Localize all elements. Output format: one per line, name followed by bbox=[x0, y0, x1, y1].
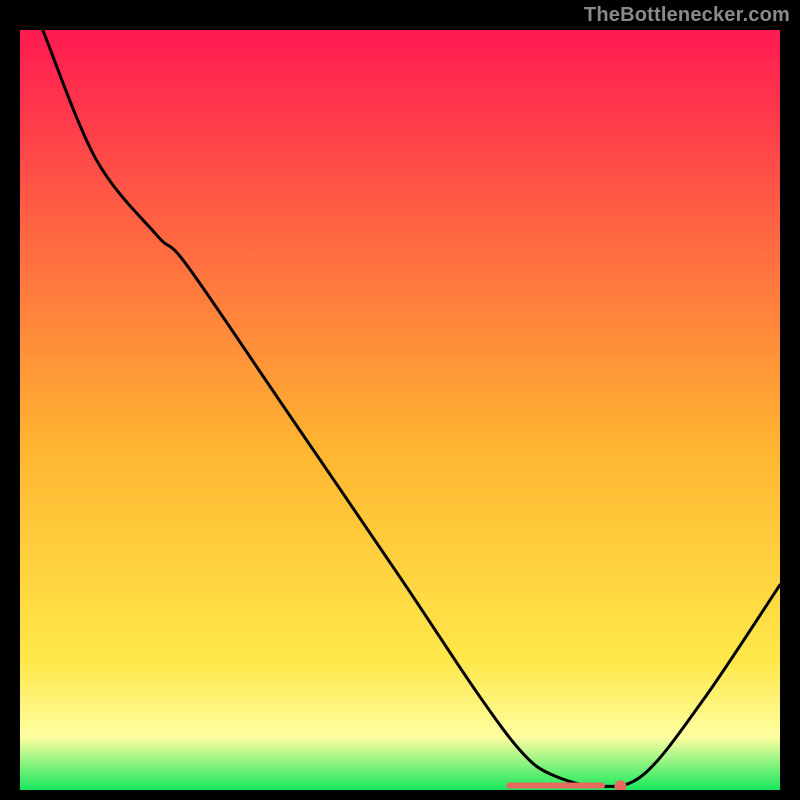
chart-stage: TheBottlenecker.com bbox=[0, 0, 800, 800]
chart-plot-area bbox=[20, 30, 780, 790]
gradient-background bbox=[20, 30, 780, 790]
attribution-label: TheBottlenecker.com bbox=[584, 4, 790, 27]
chart-svg bbox=[20, 30, 780, 790]
minimum-bar-segment bbox=[506, 782, 605, 788]
